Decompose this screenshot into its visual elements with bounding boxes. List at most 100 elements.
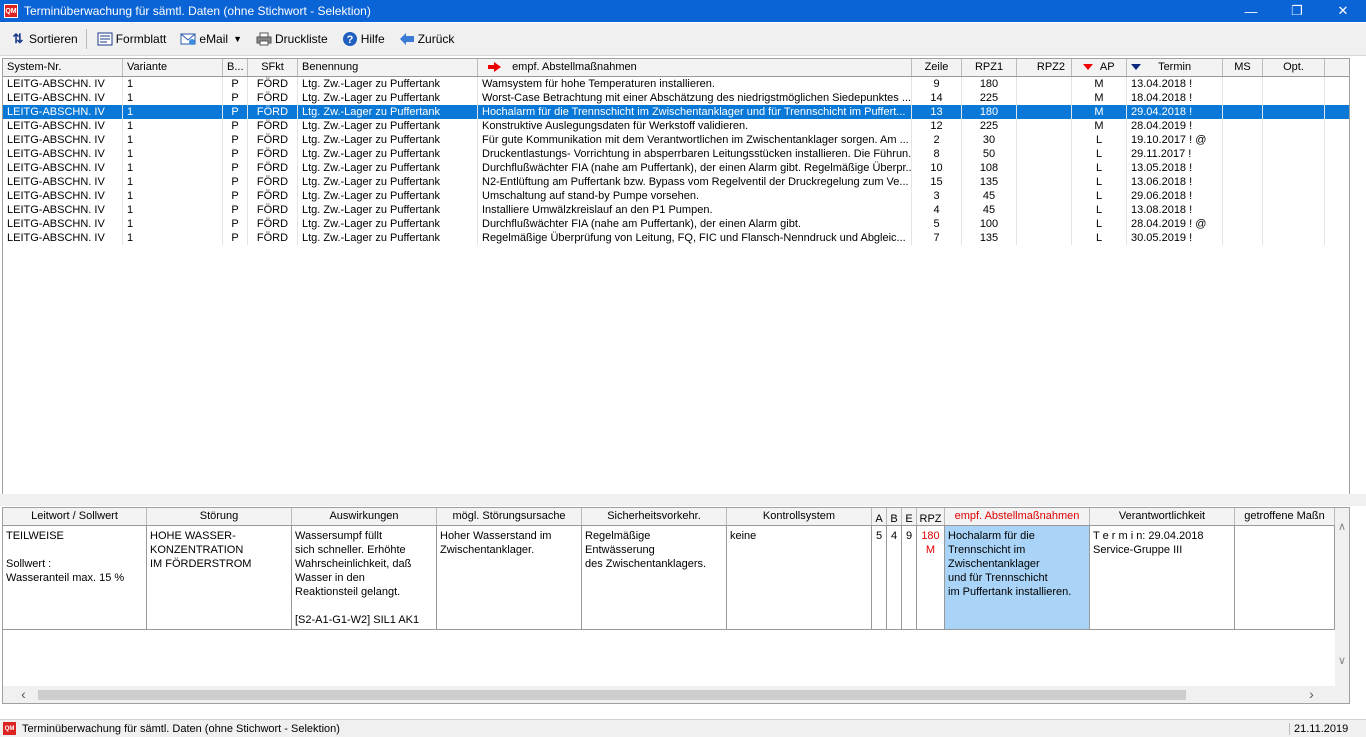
cell-benennung[interactable]: Ltg. Zw.-Lager zu Puffertank bbox=[298, 161, 478, 175]
col-header-rpz2[interactable]: RPZ2 bbox=[1017, 59, 1072, 76]
cell-ap[interactable]: M bbox=[1072, 105, 1127, 119]
cell-rpz1[interactable]: 180 bbox=[962, 77, 1017, 91]
cell-system[interactable]: LEITG-ABSCHN. IV bbox=[3, 175, 123, 189]
table-row[interactable]: LEITG-ABSCHN. IV 1 P FÖRD Ltg. Zw.-Lager zu … bbox=[3, 175, 1349, 189]
cell-ap[interactable]: M bbox=[1072, 91, 1127, 105]
cell-termin[interactable]: 29.04.2018 ! bbox=[1127, 105, 1223, 119]
cell-termin[interactable]: 19.10.2017 ! @ bbox=[1127, 133, 1223, 147]
cell-termin[interactable]: 29.06.2018 ! bbox=[1127, 189, 1223, 203]
cell-system[interactable]: LEITG-ABSCHN. IV bbox=[3, 231, 123, 245]
cell-rpz2[interactable] bbox=[1017, 133, 1072, 147]
cell-ap[interactable]: M bbox=[1072, 77, 1127, 91]
detail-ursache[interactable]: Hoher Wasserstand im Zwischentanklager. bbox=[437, 526, 582, 629]
form-button[interactable]: Formblatt bbox=[97, 31, 166, 47]
cell-benennung[interactable]: Ltg. Zw.-Lager zu Puffertank bbox=[298, 175, 478, 189]
cell-ap[interactable]: L bbox=[1072, 189, 1127, 203]
back-button[interactable]: Zurück bbox=[399, 31, 454, 47]
cell-rpz2[interactable] bbox=[1017, 231, 1072, 245]
detail-col-leitwort[interactable]: Leitwort / Sollwert bbox=[3, 508, 147, 525]
cell-b[interactable]: P bbox=[223, 161, 248, 175]
table-row[interactable]: LEITG-ABSCHN. IV 1 P FÖRD Ltg. Zw.-Lager zu … bbox=[3, 105, 1349, 119]
col-header-ms[interactable]: MS bbox=[1223, 59, 1263, 76]
cell-opt[interactable] bbox=[1263, 147, 1325, 161]
cell-variante[interactable]: 1 bbox=[123, 119, 223, 133]
sort-button[interactable]: ⇅ Sortieren bbox=[10, 31, 78, 47]
detail-a[interactable]: 5 bbox=[872, 526, 887, 629]
cell-variante[interactable]: 1 bbox=[123, 217, 223, 231]
detail-e[interactable]: 9 bbox=[902, 526, 917, 629]
cell-rpz2[interactable] bbox=[1017, 161, 1072, 175]
cell-rpz1[interactable]: 100 bbox=[962, 217, 1017, 231]
cell-zeile[interactable]: 15 bbox=[912, 175, 962, 189]
cell-benennung[interactable]: Ltg. Zw.-Lager zu Puffertank bbox=[298, 77, 478, 91]
cell-rpz1[interactable]: 225 bbox=[962, 91, 1017, 105]
cell-sfkt[interactable]: FÖRD bbox=[248, 161, 298, 175]
cell-variante[interactable]: 1 bbox=[123, 77, 223, 91]
cell-zeile[interactable]: 3 bbox=[912, 189, 962, 203]
cell-rpz2[interactable] bbox=[1017, 91, 1072, 105]
cell-termin[interactable]: 30.05.2019 ! bbox=[1127, 231, 1223, 245]
detail-kontroll[interactable]: keine bbox=[727, 526, 872, 629]
cell-ms[interactable] bbox=[1223, 203, 1263, 217]
cell-ap[interactable]: L bbox=[1072, 133, 1127, 147]
cell-ms[interactable] bbox=[1223, 189, 1263, 203]
col-header-empf[interactable]: empf. Abstellmaßnahmen bbox=[478, 59, 912, 76]
cell-system[interactable]: LEITG-ABSCHN. IV bbox=[3, 203, 123, 217]
cell-ap[interactable]: L bbox=[1072, 217, 1127, 231]
cell-sfkt[interactable]: FÖRD bbox=[248, 105, 298, 119]
detail-leitwort[interactable]: TEILWEISE Sollwert : Wasseranteil max. 1… bbox=[3, 526, 147, 629]
table-row[interactable]: LEITG-ABSCHN. IV 1 P FÖRD Ltg. Zw.-Lager zu … bbox=[3, 133, 1349, 147]
cell-termin[interactable]: 13.05.2018 ! bbox=[1127, 161, 1223, 175]
detail-col-auswirkungen[interactable]: Auswirkungen bbox=[292, 508, 437, 525]
col-header-b[interactable]: B... bbox=[223, 59, 248, 76]
cell-system[interactable]: LEITG-ABSCHN. IV bbox=[3, 105, 123, 119]
col-header-benennung[interactable]: Benennung bbox=[298, 59, 478, 76]
col-header-sfkt[interactable]: SFkt bbox=[248, 59, 298, 76]
cell-sfkt[interactable]: FÖRD bbox=[248, 119, 298, 133]
detail-col-sicherheit[interactable]: Sicherheitsvorkehr. bbox=[582, 508, 727, 525]
cell-opt[interactable] bbox=[1263, 217, 1325, 231]
cell-rpz1[interactable]: 108 bbox=[962, 161, 1017, 175]
cell-opt[interactable] bbox=[1263, 77, 1325, 91]
detail-verantw[interactable]: T e r m i n: 29.04.2018 Service-Gruppe I… bbox=[1090, 526, 1235, 629]
cell-sfkt[interactable]: FÖRD bbox=[248, 175, 298, 189]
cell-benennung[interactable]: Ltg. Zw.-Lager zu Puffertank bbox=[298, 231, 478, 245]
cell-opt[interactable] bbox=[1263, 231, 1325, 245]
detail-col-empf[interactable]: empf. Abstellmaßnahmen bbox=[945, 508, 1090, 525]
scroll-up-icon[interactable]: ∧ bbox=[1335, 520, 1349, 534]
cell-opt[interactable] bbox=[1263, 203, 1325, 217]
cell-ap[interactable]: L bbox=[1072, 231, 1127, 245]
cell-termin[interactable]: 29.11.2017 ! bbox=[1127, 147, 1223, 161]
col-header-opt[interactable]: Opt. bbox=[1263, 59, 1325, 76]
cell-system[interactable]: LEITG-ABSCHN. IV bbox=[3, 119, 123, 133]
scrollbar-thumb[interactable] bbox=[38, 690, 1186, 700]
cell-empf[interactable]: Worst-Case Betrachtung mit einer Abschät… bbox=[478, 91, 912, 105]
cell-rpz2[interactable] bbox=[1017, 203, 1072, 217]
cell-benennung[interactable]: Ltg. Zw.-Lager zu Puffertank bbox=[298, 189, 478, 203]
table-row[interactable]: LEITG-ABSCHN. IV 1 P FÖRD Ltg. Zw.-Lager zu … bbox=[3, 231, 1349, 245]
cell-termin[interactable]: 13.06.2018 ! bbox=[1127, 175, 1223, 189]
cell-zeile[interactable]: 14 bbox=[912, 91, 962, 105]
scroll-right-icon[interactable]: › bbox=[1303, 686, 1320, 703]
detail-rpz[interactable]: 180 M bbox=[917, 526, 945, 629]
table-row[interactable]: LEITG-ABSCHN. IV 1 P FÖRD Ltg. Zw.-Lager zu … bbox=[3, 161, 1349, 175]
cell-benennung[interactable]: Ltg. Zw.-Lager zu Puffertank bbox=[298, 147, 478, 161]
cell-empf[interactable]: Installiere Umwälzkreislauf an den P1 Pu… bbox=[478, 203, 912, 217]
cell-ms[interactable] bbox=[1223, 231, 1263, 245]
col-header-termin[interactable]: Termin bbox=[1127, 59, 1223, 76]
cell-termin[interactable]: 13.08.2018 ! bbox=[1127, 203, 1223, 217]
cell-b[interactable]: P bbox=[223, 203, 248, 217]
col-header-zeile[interactable]: Zeile bbox=[912, 59, 962, 76]
cell-benennung[interactable]: Ltg. Zw.-Lager zu Puffertank bbox=[298, 91, 478, 105]
table-row[interactable]: LEITG-ABSCHN. IV 1 P FÖRD Ltg. Zw.-Lager zu … bbox=[3, 203, 1349, 217]
cell-system[interactable]: LEITG-ABSCHN. IV bbox=[3, 189, 123, 203]
cell-sfkt[interactable]: FÖRD bbox=[248, 217, 298, 231]
table-row[interactable]: LEITG-ABSCHN. IV 1 P FÖRD Ltg. Zw.-Lager zu … bbox=[3, 91, 1349, 105]
cell-empf[interactable]: Regelmäßige Überprüfung von Leitung, FQ,… bbox=[478, 231, 912, 245]
cell-ms[interactable] bbox=[1223, 147, 1263, 161]
scroll-left-icon[interactable]: ‹ bbox=[15, 686, 32, 703]
col-header-variante[interactable]: Variante bbox=[123, 59, 223, 76]
cell-rpz1[interactable]: 50 bbox=[962, 147, 1017, 161]
cell-system[interactable]: LEITG-ABSCHN. IV bbox=[3, 217, 123, 231]
cell-variante[interactable]: 1 bbox=[123, 133, 223, 147]
